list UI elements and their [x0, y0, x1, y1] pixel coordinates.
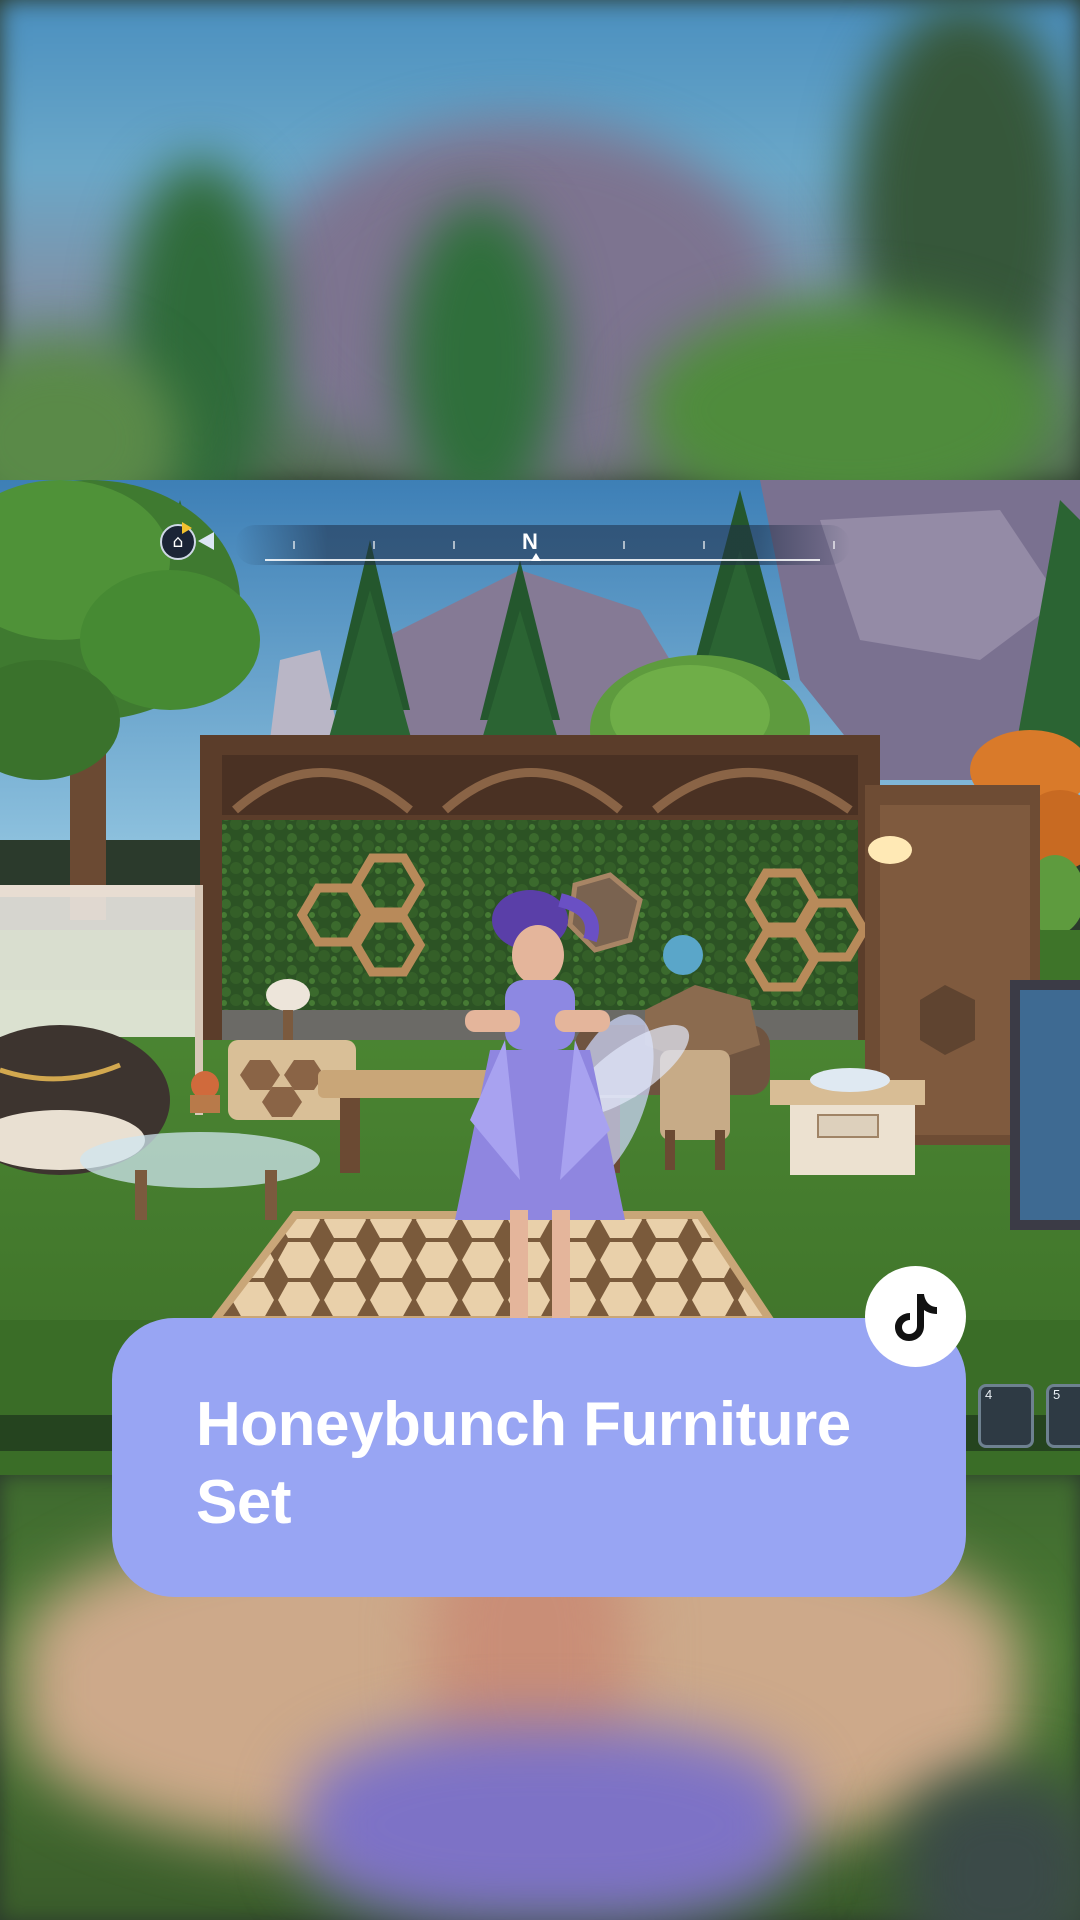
caption-card: Honeybunch Furniture Set	[112, 1318, 966, 1597]
compass-bar: N	[235, 525, 850, 565]
tiktok-note-icon	[895, 1294, 937, 1341]
tiktok-logo-icon[interactable]	[865, 1266, 966, 1367]
blurred-background-top	[0, 0, 1080, 480]
hotbar-slot-number: 5	[1053, 1387, 1061, 1402]
hotbar-slot-5[interactable]: 5	[1046, 1384, 1080, 1448]
hotbar-slot-number: 4	[985, 1387, 993, 1402]
compass-heading: N	[522, 529, 538, 554]
hotbar-slot-4[interactable]: 4	[978, 1384, 1034, 1448]
caption-title: Honeybunch Furniture Set	[196, 1390, 851, 1537]
quest-flag-icon	[182, 522, 192, 534]
navigation-arrow-icon	[198, 532, 214, 550]
video-frame: ⌂ N 4 5 Honeybunch Furniture Set	[0, 0, 1080, 1920]
